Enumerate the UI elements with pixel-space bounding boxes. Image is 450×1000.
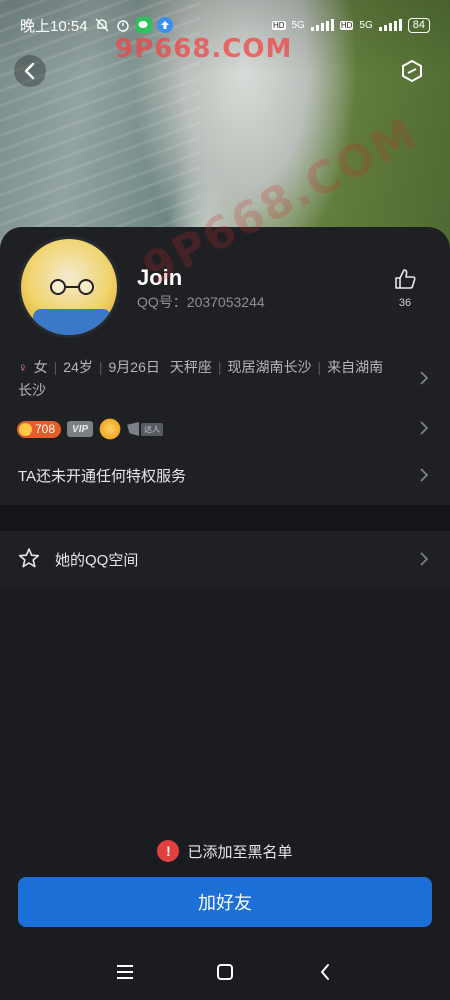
privilege-text[interactable]: TA还未开通任何特权服务: [18, 465, 186, 486]
age: 24岁: [63, 359, 93, 375]
qq-zone-row[interactable]: 她的QQ空间: [0, 531, 450, 587]
sun-icon: [19, 422, 32, 436]
level-value: 708: [35, 422, 56, 436]
mute-bell-icon: [94, 17, 110, 33]
status-right-cluster: HD 5G HD 5G 84: [271, 17, 430, 33]
qq-label: QQ号：: [137, 294, 187, 310]
more-button[interactable]: [396, 55, 428, 87]
back-button[interactable]: [14, 55, 46, 87]
upload-icon: [156, 17, 173, 33]
section-divider: [0, 505, 450, 531]
chevron-left-icon: [24, 62, 35, 80]
vip-badge: VIP: [67, 421, 94, 437]
glasses-icon: [50, 279, 94, 295]
chevron-right-icon: [420, 468, 429, 482]
home-button[interactable]: [213, 960, 237, 984]
square-home-icon: [217, 964, 233, 980]
chevron-right-icon: [420, 421, 429, 435]
avatar-book-shape: [33, 309, 111, 335]
hd-label-2: HD: [339, 20, 354, 30]
qq-number: 2037053244: [186, 294, 265, 310]
wechat-icon: [135, 17, 152, 33]
network-label-1: 5G: [291, 19, 305, 31]
profile-info-row[interactable]: ♀ 女 | 24岁 | 9月26日 天秤座 | 现居湖南长沙 | 来自湖南长沙: [18, 356, 388, 401]
zodiac: 天秤座: [169, 359, 212, 375]
warning-icon: !: [157, 840, 180, 862]
birthday: 9月26日: [108, 359, 160, 375]
level-badge: 708: [17, 420, 62, 438]
wing-badge-text: 达人: [141, 422, 164, 436]
hexagon-icon: [402, 59, 422, 83]
blacklist-notice: ! 已添加至黑名单: [0, 840, 450, 862]
star-icon: [18, 548, 40, 568]
qq-zone-label: 她的QQ空间: [55, 552, 139, 569]
wing-icon: [127, 422, 140, 436]
chevron-right-icon: [420, 552, 429, 566]
like-count: 36: [398, 297, 412, 309]
battery-icon: 84: [407, 17, 430, 33]
nickname: Join: [137, 265, 183, 290]
female-icon: ♀: [18, 360, 28, 375]
hd-label-1: HD: [271, 20, 286, 30]
qq-number-line: QQ号：2037053244: [137, 292, 265, 312]
recent-apps-button[interactable]: [113, 960, 137, 984]
system-nav-bar: [0, 950, 450, 994]
watermark-text: 9P668.COM: [115, 34, 293, 64]
status-time: 晚上10:54: [20, 17, 88, 35]
like-button[interactable]: 36: [390, 268, 420, 309]
network-label-2: 5G: [359, 19, 373, 31]
location: 现居湖南长沙: [227, 359, 312, 375]
chevron-left-icon: [321, 964, 329, 980]
add-friend-button[interactable]: 加好友: [18, 877, 432, 927]
blacklist-notice-text: 已添加至黑名单: [187, 843, 293, 861]
chevron-right-icon: [420, 371, 429, 385]
signal-icon-2: [378, 19, 402, 31]
wing-badge: 达人: [127, 422, 164, 436]
nav-back-button[interactable]: [313, 960, 337, 984]
avatar[interactable]: [18, 236, 120, 338]
sun-badge-icon: [99, 418, 122, 440]
menu-icon: [117, 965, 133, 979]
gender: 女: [33, 359, 48, 375]
signal-icon-1: [310, 19, 334, 31]
badge-row[interactable]: 708 VIP 达人: [17, 418, 164, 440]
alarm-icon: [115, 17, 131, 33]
thumbs-up-icon: [395, 269, 416, 289]
